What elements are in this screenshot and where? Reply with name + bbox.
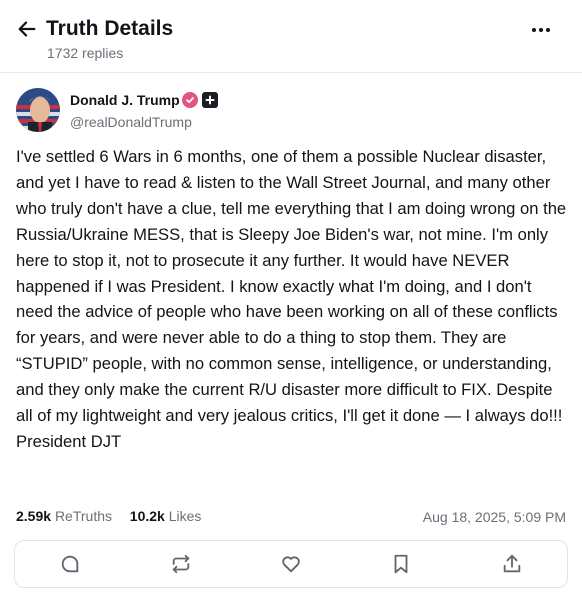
header-divider [0,72,582,73]
page-header: Truth Details 1732 replies [0,0,582,72]
verified-check-icon [182,92,198,108]
avatar-image [16,88,60,132]
post-body-text: I've settled 6 Wars in 6 months, one of … [16,147,567,451]
author-handle[interactable]: @realDonaldTrump [70,113,192,131]
retruth-repeat-icon [172,554,189,574]
engagement-stats: 2.59k ReTruths 10.2k Likes [16,506,201,526]
reply-bubble-icon [62,555,79,573]
reply-button[interactable] [50,544,90,584]
avatar[interactable] [16,88,60,132]
bookmark-button[interactable] [381,544,421,584]
retruths-label[interactable]: ReTruths [55,508,112,524]
bookmark-icon [394,554,408,574]
more-horizontal-icon [532,28,536,32]
heart-icon [282,556,300,573]
post-timestamp: Aug 18, 2025, 5:09 PM [422,509,566,525]
truth-details-page: Truth Details 1732 replies Donald J. Tru… [0,0,582,600]
back-button[interactable] [14,16,40,42]
like-button[interactable] [271,544,311,584]
author-name[interactable]: Donald J. Trump [70,91,180,109]
page-title: Truth Details [46,17,174,40]
share-button[interactable] [492,544,532,584]
more-options-button[interactable] [526,18,556,42]
likes-label[interactable]: Likes [169,508,202,524]
arrow-left-icon [18,21,36,37]
likes-count[interactable]: 10.2k [130,508,165,524]
plus-badge-icon [202,92,218,108]
reply-count: 1732 replies [47,45,124,61]
retruth-button[interactable] [161,544,201,584]
action-bar [14,540,568,588]
share-icon [503,554,520,573]
retruths-count[interactable]: 2.59k [16,508,51,524]
